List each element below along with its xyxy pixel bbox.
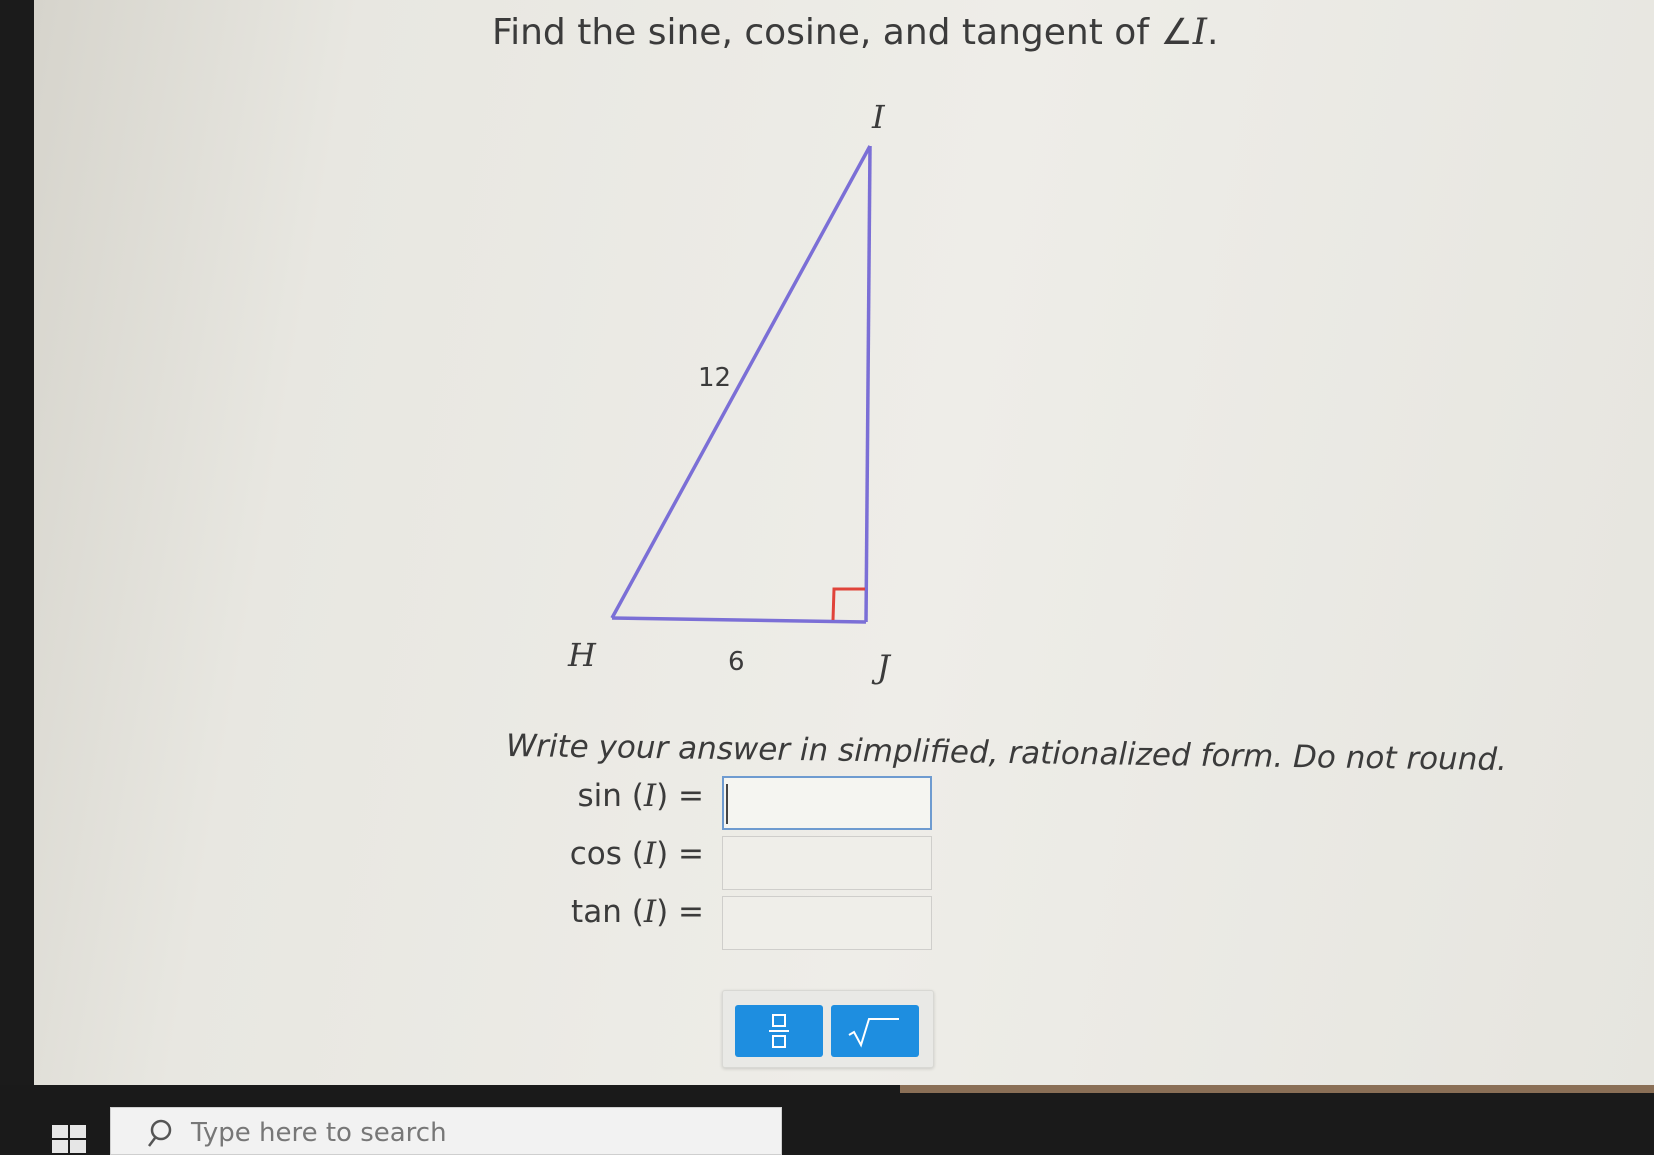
- square-root-button[interactable]: [831, 1005, 919, 1057]
- triangle-side-vertical: [864, 145, 872, 623]
- side-label-hypotenuse: 12: [698, 363, 731, 393]
- triangle-side-bottom: [611, 616, 867, 624]
- sin-row: sin (I) =: [554, 772, 704, 828]
- tan-answer-input[interactable]: [722, 896, 932, 950]
- tan-label: tan (I) =: [571, 894, 704, 930]
- fraction-button[interactable]: [735, 1005, 823, 1057]
- cos-answer-input[interactable]: [722, 836, 932, 890]
- vertex-label-i: I: [871, 98, 886, 136]
- search-placeholder: Type here to search: [191, 1118, 447, 1148]
- triangle-side-hypotenuse: [610, 145, 872, 619]
- sin-answer-input[interactable]: [722, 776, 932, 830]
- sin-label: sin (I) =: [577, 778, 704, 814]
- search-icon: [148, 1119, 172, 1147]
- tan-row: tan (I) =: [554, 888, 704, 944]
- question-screen: Find the sine, cosine, and tangent of ∠I…: [34, 0, 1654, 1085]
- text-caret: [726, 784, 728, 824]
- windows-start-icon[interactable]: [52, 1125, 88, 1153]
- vertex-label-j: J: [871, 648, 892, 686]
- square-root-icon: [848, 1018, 899, 1048]
- taskbar-search[interactable]: Type here to search: [110, 1107, 782, 1155]
- taskbar: Type here to search: [0, 1085, 1654, 1155]
- right-angle-marker: [831, 587, 865, 621]
- side-label-bottom: 6: [728, 647, 745, 677]
- triangle-diagram: I H J 12 6: [567, 98, 892, 686]
- cos-label: cos (I) =: [569, 836, 704, 872]
- instruction-text: Write your answer in simplified, rationa…: [505, 728, 1508, 778]
- cos-row: cos (I) =: [554, 830, 704, 886]
- vertex-label-h: H: [567, 636, 597, 674]
- taskbar-accent: [900, 1085, 1654, 1093]
- fraction-icon: [769, 1014, 789, 1048]
- math-toolbar: [722, 990, 934, 1068]
